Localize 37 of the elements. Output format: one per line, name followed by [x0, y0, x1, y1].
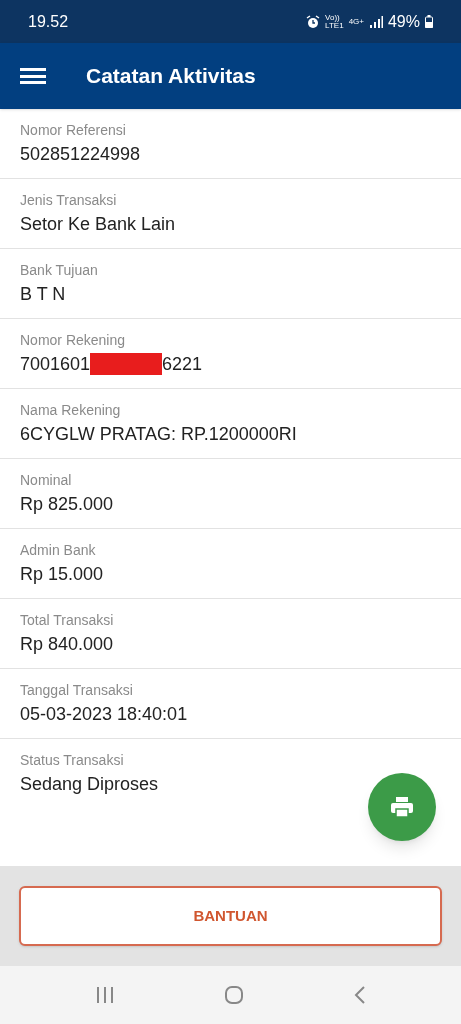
field-value: 6221: [162, 353, 203, 376]
field-label: Bank Tujuan: [20, 261, 99, 279]
network-label: 4G+: [348, 15, 364, 28]
field-label: Status Transaksi: [20, 751, 125, 769]
field-value: 05-03-2023 18:40:01: [20, 703, 188, 726]
field-label: Nominal: [20, 471, 73, 489]
field-value: Rp 15.000: [20, 563, 104, 586]
field-label: Nomor Referensi: [20, 121, 127, 139]
help-button[interactable]: BANTUAN: [19, 886, 442, 946]
print-button[interactable]: [368, 773, 436, 841]
field-label: Nama Rekening: [20, 401, 122, 419]
alarm-icon: [306, 14, 321, 29]
battery-percent: 49%: [387, 11, 420, 32]
lte-label: LTE1: [325, 21, 344, 30]
field-value: Rp 840.000: [20, 633, 114, 656]
field-value: Setor Ke Bank Lain: [20, 213, 176, 236]
field-label: Jenis Transaksi: [20, 191, 118, 209]
field-label: Tanggal Transaksi: [20, 681, 134, 699]
recent-apps-icon[interactable]: [94, 986, 115, 1004]
field-value: 7001601: [20, 353, 91, 376]
page-title: Catatan Aktivitas: [86, 63, 256, 90]
home-icon[interactable]: [223, 985, 244, 1005]
field-value: 502851224998: [20, 143, 141, 166]
field-value: Sedang Diproses: [20, 773, 159, 796]
battery-icon: [425, 15, 433, 28]
status-time: 19.52: [28, 11, 69, 32]
print-icon: [391, 797, 413, 817]
menu-icon[interactable]: [20, 66, 46, 86]
field-value: B T N: [20, 283, 66, 306]
volte-label: Vo)): [325, 13, 340, 22]
field-label: Admin Bank: [20, 541, 97, 559]
signal-icon: [368, 15, 383, 28]
field-value: Rp 825.000: [20, 493, 114, 516]
field-label: Total Transaksi: [20, 611, 115, 629]
field-value: 6CYGLW PRATAG: RP.1200000RI: [20, 423, 297, 446]
back-icon[interactable]: [352, 985, 367, 1005]
field-label: Nomor Rekening: [20, 331, 127, 349]
